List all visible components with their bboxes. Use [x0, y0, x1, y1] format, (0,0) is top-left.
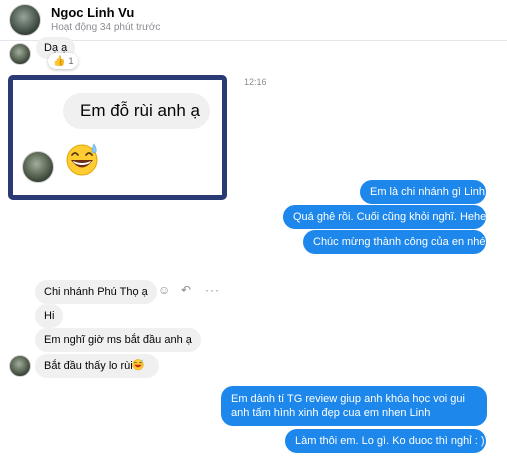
- message-in-4-text: Bắt đầu thấy lo rùi: [44, 360, 133, 372]
- reply-icon[interactable]: ↶: [181, 284, 191, 296]
- message-timestamp: 12:16: [244, 77, 267, 87]
- sender-avatar[interactable]: [9, 355, 31, 377]
- contact-avatar[interactable]: [9, 4, 41, 36]
- message-out-1[interactable]: Em là chi nhánh gì Linh: [360, 180, 486, 204]
- message-big[interactable]: Em đỗ rùi anh ạ: [63, 93, 210, 129]
- chat-header: Ngoc Linh Vu Hoạt động 34 phút trước: [0, 0, 507, 40]
- message-in-1[interactable]: Chi nhánh Phú Thọ ạ: [35, 280, 157, 304]
- active-status: Hoạt động 34 phút trước: [51, 22, 161, 33]
- more-icon[interactable]: ···: [205, 284, 220, 296]
- smile-icon[interactable]: ☺: [158, 284, 170, 296]
- message-out-4[interactable]: Em dành tí TG review giup anh khóa học v…: [221, 386, 487, 426]
- grinning-sweat-emoji-small: [132, 359, 144, 371]
- thumbs-up-icon: 👍: [53, 55, 66, 67]
- message-out-3[interactable]: Chúc mừng thành công của en nhé.: [303, 230, 489, 254]
- reaction-count: 1: [68, 56, 74, 66]
- sender-avatar-large[interactable]: [22, 151, 54, 183]
- contact-name[interactable]: Ngoc Linh Vu: [51, 5, 134, 20]
- message-out-2[interactable]: Quá ghê rồi. Cuối cũng khỏi nghĩ. Hehe: [283, 205, 486, 229]
- message-in-3[interactable]: Em nghĩ giờ ms bắt đầu anh ạ: [35, 328, 201, 352]
- message-out-5[interactable]: Làm thôi em. Lo gì. Ko duoc thì nghỉ : )…: [285, 429, 492, 453]
- message-reaction[interactable]: 👍 1: [48, 53, 79, 69]
- sender-avatar[interactable]: [9, 43, 31, 65]
- header-divider: [0, 40, 507, 41]
- grinning-sweat-emoji: [66, 143, 98, 176]
- message-in-2[interactable]: Hi: [35, 304, 64, 328]
